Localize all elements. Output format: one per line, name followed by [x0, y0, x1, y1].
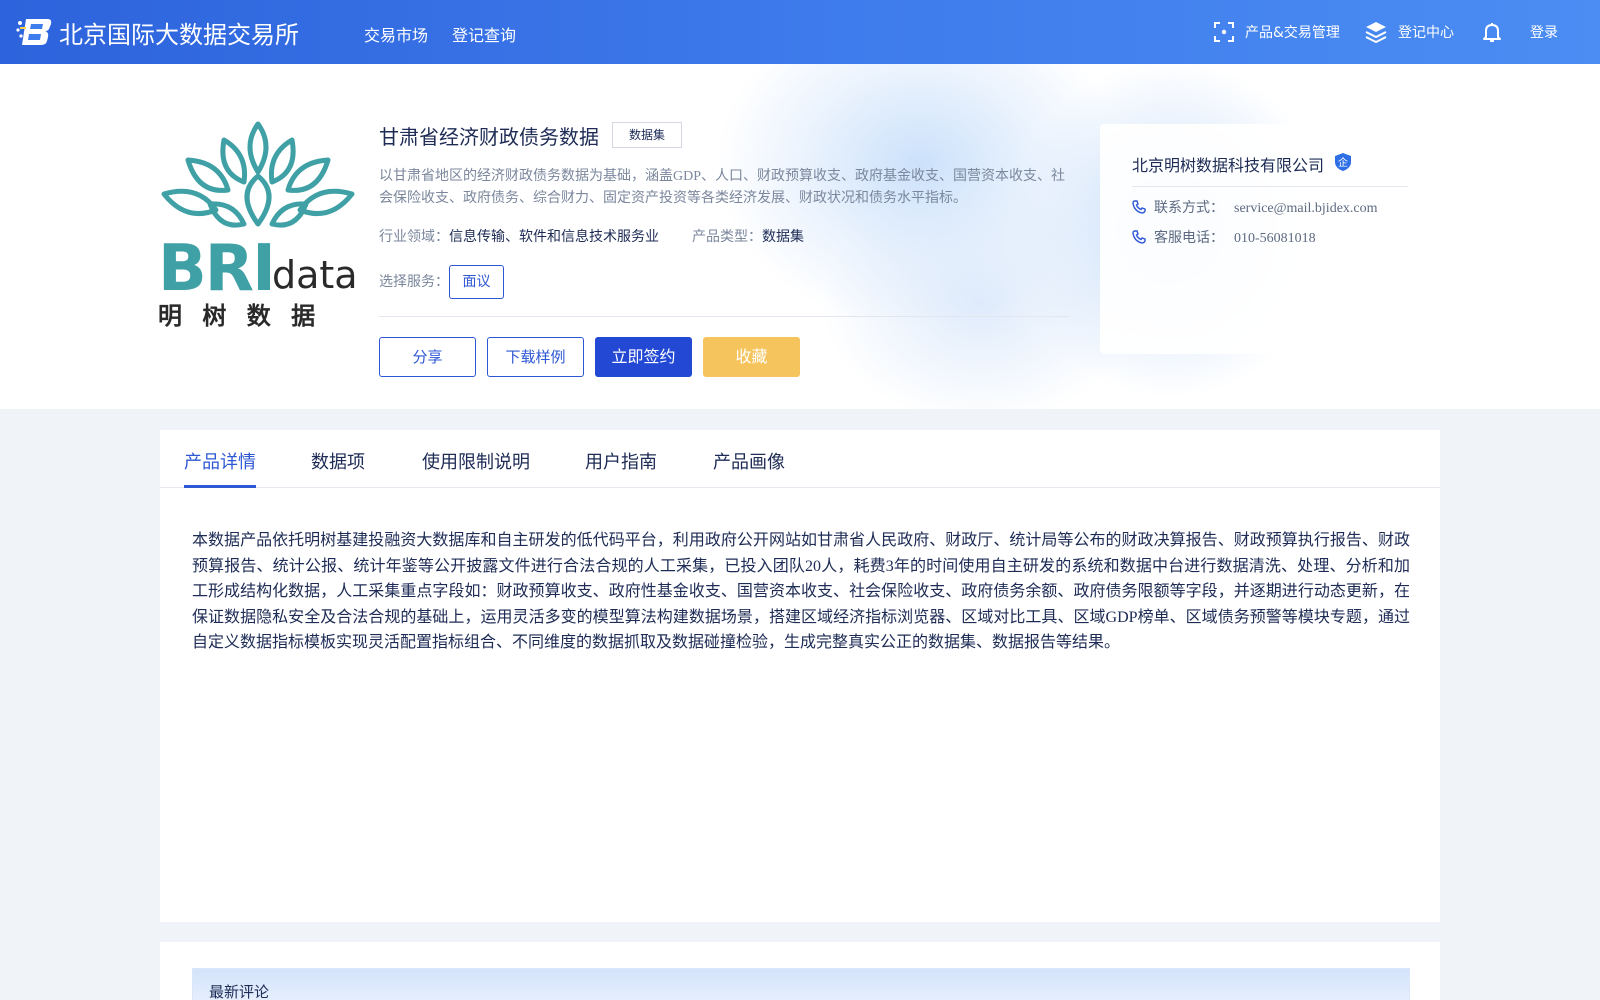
scan-icon[interactable] — [1212, 20, 1236, 44]
login-link[interactable]: 登录 — [1530, 22, 1558, 42]
phone-icon — [1132, 200, 1146, 214]
contact-email[interactable]: service@mail.bjidex.com — [1234, 201, 1378, 216]
phone-icon — [1132, 230, 1146, 244]
service-option-negotiable[interactable]: 面议 — [449, 265, 504, 299]
share-button[interactable]: 分享 — [379, 337, 476, 377]
product-detail-text: 本数据产品依托明树基建投融资大数据库和自主研发的低代码平台，利用政府公开网站如甘… — [192, 532, 1410, 651]
product-type-badge: 数据集 — [612, 122, 682, 148]
product-description: 以甘肃省地区的经济财政债务数据为基础，涵盖GDP、人口、财政预算收支、政府基金收… — [379, 169, 1066, 206]
active-tab-underline — [184, 485, 256, 488]
contact-label: 联系方式： — [1154, 201, 1224, 216]
product-type-value: 数据集 — [762, 230, 804, 245]
enterprise-badge-label: 企 — [1338, 156, 1348, 169]
tab-product-profile[interactable]: 产品画像 — [713, 448, 785, 474]
layers-icon[interactable] — [1364, 20, 1388, 44]
service-label: 选择服务： — [379, 275, 449, 290]
company-card-divider — [1132, 186, 1408, 187]
download-sample-button[interactable]: 下载样例 — [487, 337, 584, 377]
tab-usage-restrictions[interactable]: 使用限制说明 — [422, 448, 530, 474]
nav-market[interactable]: 交易市场 — [364, 22, 428, 46]
product-type-field: 产品类型：数据集 — [692, 226, 804, 246]
logo-data-text: data — [272, 253, 358, 297]
bell-icon[interactable] — [1480, 20, 1504, 44]
tab-data-items[interactable]: 数据项 — [311, 448, 365, 474]
tab-user-guide[interactable]: 用户指南 — [585, 448, 657, 474]
bjidex-logo-icon[interactable] — [16, 15, 52, 47]
service-phone[interactable]: 010-56081018 — [1234, 231, 1316, 246]
reviews-header: 最新评论 — [192, 968, 1410, 1000]
industry-value: 信息传输、软件和信息技术服务业 — [449, 230, 659, 245]
tab-product-detail[interactable]: 产品详情 — [184, 448, 256, 474]
hero-background-glow — [820, 184, 1140, 409]
register-center-link[interactable]: 登记中心 — [1398, 22, 1454, 42]
logo-bri-text: BRI — [158, 232, 274, 306]
bridata-logo: BRI data 明 树 数 据 — [158, 121, 358, 328]
favorite-button[interactable]: 收藏 — [703, 337, 800, 377]
site-brand-title[interactable]: 北京国际大数据交易所 — [59, 15, 299, 50]
product-title: 甘肃省经济财政债务数据 — [379, 125, 599, 149]
reviews-title: 最新评论 — [209, 985, 270, 1000]
phone-row: 客服电话： 010-56081018 — [1132, 227, 1316, 247]
top-header: 北京国际大数据交易所 交易市场 登记查询 产品&交易管理 登记中心 登录 — [0, 0, 1600, 64]
nav-register-query[interactable]: 登记查询 — [452, 22, 516, 46]
contact-row: 联系方式： service@mail.bjidex.com — [1132, 197, 1378, 217]
company-name[interactable]: 北京明树数据科技有限公司 — [1132, 152, 1324, 176]
product-detail-panel: 产品详情 数据项 使用限制说明 用户指南 产品画像 本数据产品依托明树基建投融资… — [160, 430, 1440, 922]
industry-label: 行业领域： — [379, 230, 449, 245]
sign-now-button[interactable]: 立即签约 — [595, 337, 692, 377]
industry-field: 行业领域：信息传输、软件和信息技术服务业 — [379, 226, 659, 246]
product-type-label: 产品类型： — [692, 230, 762, 245]
phone-label: 客服电话： — [1154, 231, 1224, 246]
hero-divider — [379, 316, 1069, 317]
company-card: 北京明树数据科技有限公司 企 联系方式： service@mail.bjidex.… — [1100, 124, 1440, 354]
logo-cn-text: 明 树 数 据 — [158, 302, 321, 328]
product-manage-link[interactable]: 产品&交易管理 — [1245, 22, 1340, 42]
reviews-panel: 最新评论 — [160, 942, 1440, 1000]
detail-tabs: 产品详情 数据项 使用限制说明 用户指南 产品画像 — [160, 430, 1440, 488]
enterprise-badge-icon: 企 — [1335, 153, 1351, 171]
